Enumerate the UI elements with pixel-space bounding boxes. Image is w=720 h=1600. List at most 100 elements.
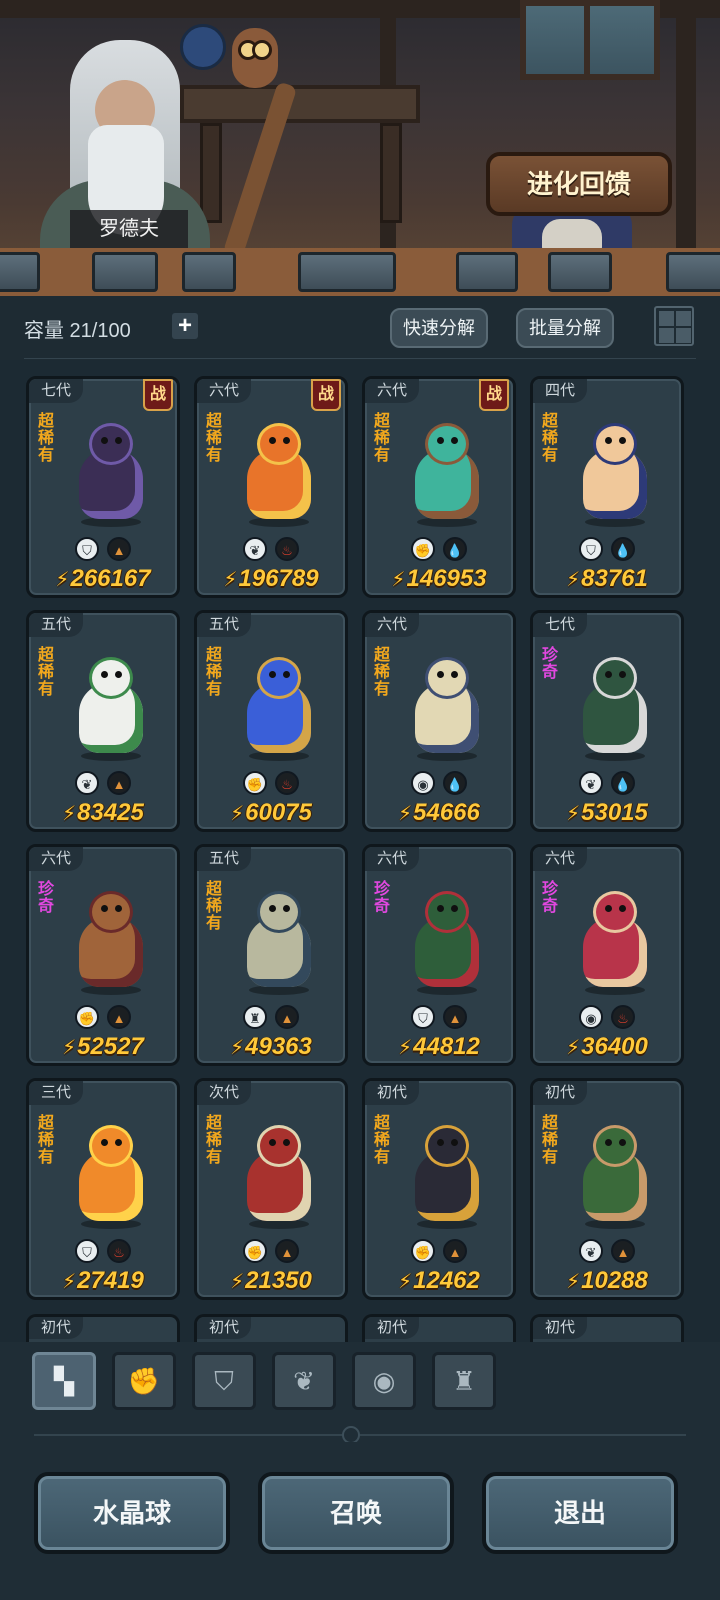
power-icon: ⚡ [223,569,238,591]
generation-label: 六代 [365,847,420,871]
power-icon: ⚡ [62,1037,77,1059]
combat-power: ⚡36400 [533,1033,681,1061]
spirit-icon: ◉ [579,1005,603,1029]
combat-power: ⚡21350 [197,1267,345,1295]
owl-icon [232,28,278,88]
divider [34,1434,686,1436]
pet-card[interactable]: 初代 [530,1314,684,1344]
fist-icon: ✊ [243,1239,267,1263]
pet-card[interactable]: 初代 [26,1314,180,1344]
power-value: 146953 [406,565,487,592]
pet-card[interactable]: 六代 珍奇 ✊ ▲ ⚡52527 [26,844,180,1066]
pet-card[interactable]: 初代 超稀有 ❦ ▲ ⚡10288 [530,1078,684,1300]
pet-card[interactable]: 初代 超稀有 ✊ ▲ ⚡12462 [362,1078,516,1300]
earth-icon: ▲ [443,1239,467,1263]
power-value: 83761 [581,565,648,592]
pet-card[interactable]: 五代 超稀有 ❦ ▲ ⚡83425 [26,610,180,832]
npc-name: 罗德夫 [70,210,188,248]
all-categories-icon[interactable]: ▚ [32,1352,96,1410]
combat-power: ⚡52527 [29,1033,177,1061]
generation-label: 六代 [533,847,588,871]
pet-portrait [405,1121,489,1231]
rarity-label: 超稀有 [37,647,54,698]
power-icon: ⚡ [391,569,406,591]
generation-label: 五代 [197,847,252,871]
power-icon: ⚡ [55,569,70,591]
water-icon: 💧 [611,771,635,795]
generation-label: 初代 [365,1317,420,1339]
combat-power: ⚡196789 [197,565,345,593]
rarity-label: 超稀有 [37,413,54,464]
combat-power: ⚡54666 [365,799,513,827]
element-types: ❦ ▲ [533,1239,681,1263]
leaf-icon: ❦ [579,1239,603,1263]
pet-card[interactable]: 六代 珍奇 ◉ ♨ ⚡36400 [530,844,684,1066]
summon-button[interactable]: 召唤 [258,1472,454,1554]
leaf-icon: ❦ [579,771,603,795]
rarity-label: 超稀有 [205,647,222,698]
power-value: 49363 [245,1033,312,1060]
fist-icon: ✊ [411,1239,435,1263]
element-types: ⛉ 💧 [533,537,681,561]
combat-power: ⚡146953 [365,565,513,593]
spirit-icon: ◉ [411,771,435,795]
pet-card[interactable]: 六代 珍奇 ⛉ ▲ ⚡44812 [362,844,516,1066]
spirit-icon[interactable]: ◉ [352,1352,416,1410]
fire-icon: ♨ [611,1005,635,1029]
rarity-label: 珍奇 [541,647,558,681]
generation-label: 六代 [197,379,252,403]
power-value: 12462 [413,1267,480,1294]
capacity-label: 容量 21/100 [24,320,131,342]
pet-card[interactable]: 六代战超稀有 ✊ 💧 ⚡146953 [362,376,516,598]
pet-card[interactable]: 五代 超稀有 ♜ ▲ ⚡49363 [194,844,348,1066]
inventory-toolbar: 容量 21/100 + 快速分解 批量分解 [0,296,720,360]
leaf-icon[interactable]: ❦ [272,1352,336,1410]
pet-card[interactable]: 六代 超稀有 ◉ 💧 ⚡54666 [362,610,516,832]
generation-label: 四代 [533,379,588,403]
earth-icon: ▲ [275,1239,299,1263]
batch-decompose-button[interactable]: 批量分解 [516,308,614,348]
bottom-action-bar: 水晶球 召唤 退出 [0,1442,720,1600]
crystal-ball-button[interactable]: 水晶球 [34,1472,230,1554]
pet-card[interactable]: 三代 超稀有 ⛉ ♨ ⚡27419 [26,1078,180,1300]
combat-power: ⚡83761 [533,565,681,593]
shield-icon: ⛉ [75,537,99,561]
quick-decompose-button[interactable]: 快速分解 [390,308,488,348]
plus-icon[interactable]: + [172,313,198,339]
pet-card[interactable]: 七代战超稀有 ⛉ ▲ ⚡266167 [26,376,180,598]
fist-icon[interactable]: ✊ [112,1352,176,1410]
pet-card[interactable]: 六代战超稀有 ❦ ♨ ⚡196789 [194,376,348,598]
evolution-reward-button[interactable]: 进化回馈 [486,152,672,216]
generation-label: 六代 [29,847,84,871]
rarity-label: 超稀有 [205,413,222,464]
element-types: ✊ ♨ [197,771,345,795]
pet-card[interactable]: 次代 超稀有 ✊ ▲ ⚡21350 [194,1078,348,1300]
pet-portrait [69,1121,153,1231]
pet-card[interactable]: 初代 [194,1314,348,1344]
power-icon: ⚡ [230,803,245,825]
grid-icon[interactable] [654,306,694,346]
tower-icon[interactable]: ♜ [432,1352,496,1410]
window [520,0,660,80]
combat-power: ⚡83425 [29,799,177,827]
pet-portrait [69,887,153,997]
stone-ledge [0,248,720,296]
pet-portrait [573,887,657,997]
generation-label: 三代 [29,1081,84,1105]
desk-leg [380,123,402,223]
pet-portrait [573,1121,657,1231]
shield-icon[interactable]: ⛉ [192,1352,256,1410]
earth-icon: ▲ [275,1005,299,1029]
pet-card[interactable]: 七代 珍奇 ❦ 💧 ⚡53015 [530,610,684,832]
fire-icon: ♨ [107,1239,131,1263]
pet-card[interactable]: 初代 [362,1314,516,1344]
pet-card[interactable]: 四代 超稀有 ⛉ 💧 ⚡83761 [530,376,684,598]
element-types: ⛉ ♨ [29,1239,177,1263]
exit-button[interactable]: 退出 [482,1472,678,1554]
power-icon: ⚡ [230,1271,245,1293]
generation-label: 七代 [533,613,588,637]
pet-card[interactable]: 五代 超稀有 ✊ ♨ ⚡60075 [194,610,348,832]
power-icon: ⚡ [566,1271,581,1293]
element-types: ❦ ♨ [197,537,345,561]
power-icon: ⚡ [62,803,77,825]
